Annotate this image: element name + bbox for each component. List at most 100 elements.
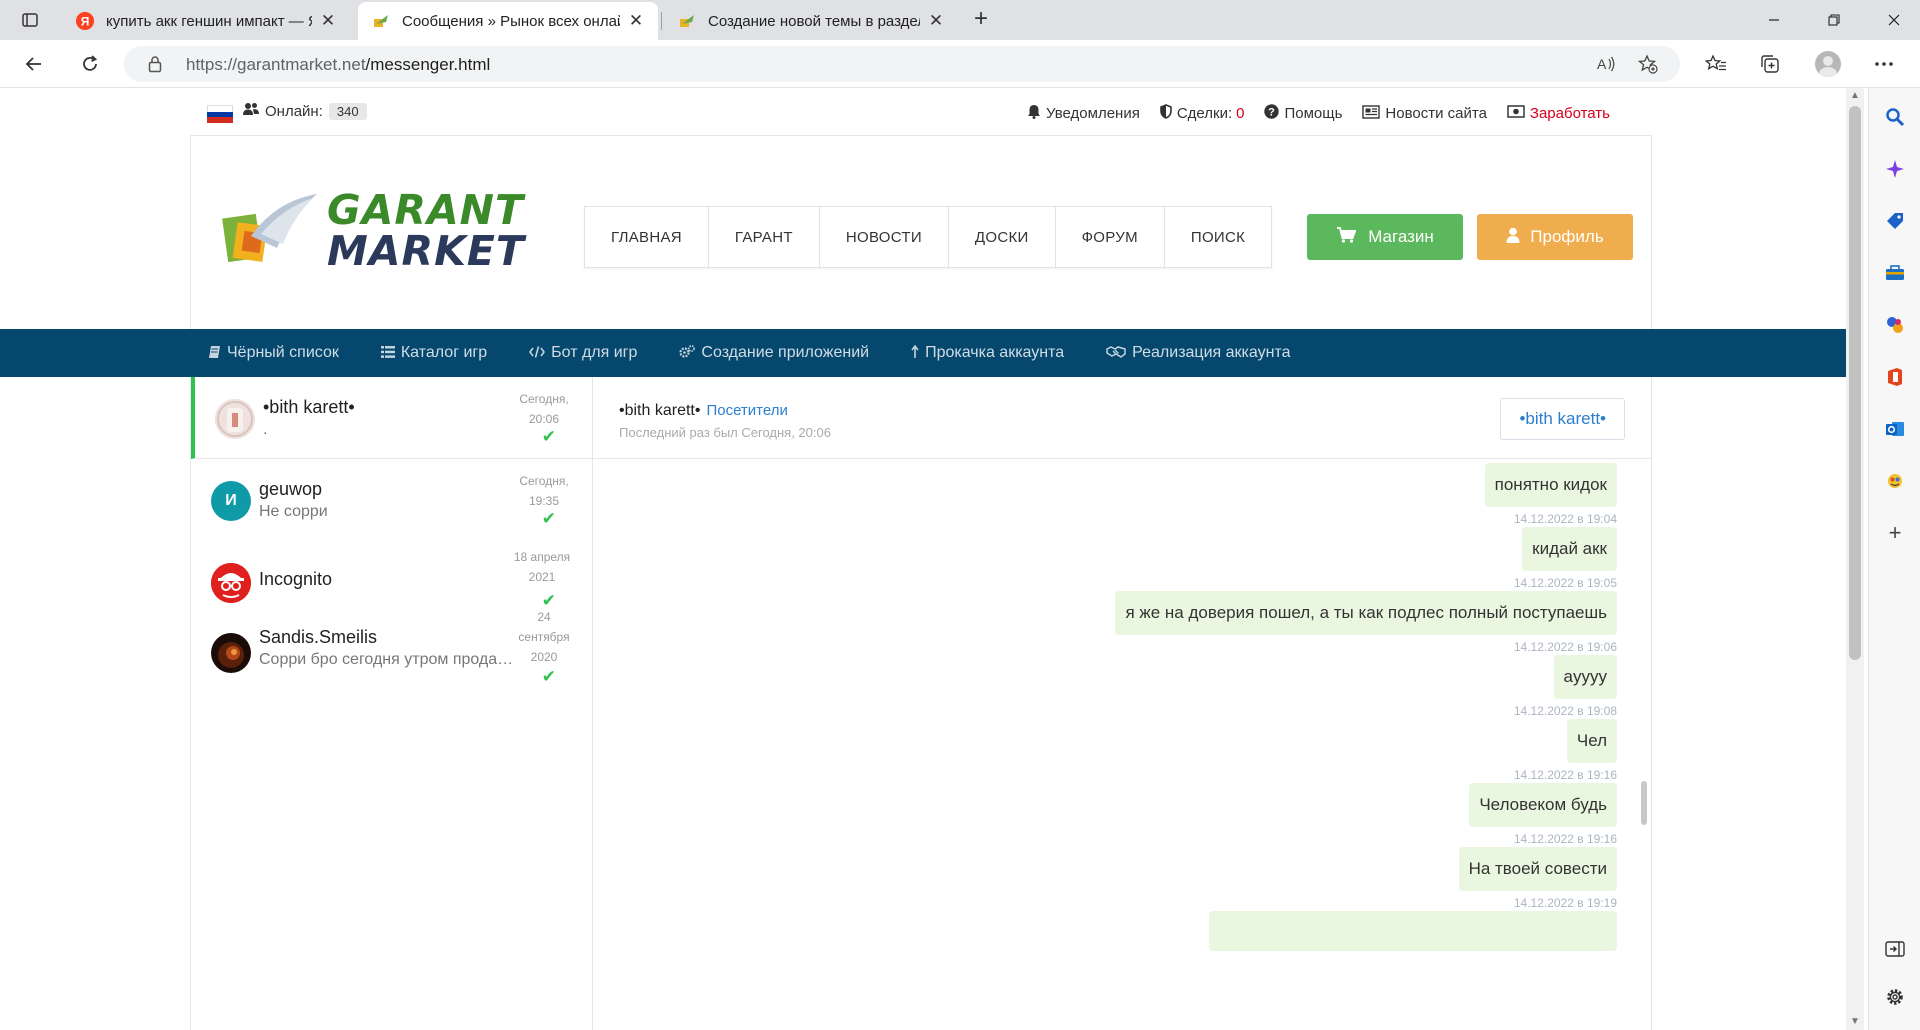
tab-separator: [661, 12, 662, 30]
subnav-account-leveling[interactable]: Прокачка аккаунта: [911, 344, 1064, 362]
browser-tab-messages[interactable]: Сообщения » Рынок всех онлай ✕: [358, 2, 658, 40]
notifications-label: Уведомления: [1046, 104, 1140, 122]
subnav-blacklist[interactable]: Чёрный список: [208, 344, 339, 362]
message: [1209, 911, 1617, 956]
chat-partner-name[interactable]: •bith karett•: [619, 402, 700, 419]
svg-text:A: A: [1597, 56, 1607, 72]
site-logo[interactable]: GARANT MARKET: [221, 186, 524, 276]
book-icon: [208, 345, 221, 362]
garant-favicon: [372, 12, 390, 30]
page-scrollbar[interactable]: ▲ ▼: [1846, 88, 1864, 1030]
nav-forum[interactable]: ФОРУМ: [1056, 207, 1165, 267]
dialog-item[interactable]: •bith karett• . Сегодня, 20:06 ✔: [191, 377, 592, 459]
bell-icon: [1027, 104, 1041, 122]
chat-header: •bith karett• Посетители Последний раз бы…: [593, 377, 1651, 459]
online-count-badge: 340: [328, 102, 367, 120]
question-circle-icon: ?: [1264, 104, 1280, 122]
message-time: 14.12.2022 в 19:06: [1513, 640, 1617, 654]
help-link[interactable]: ? Помощь: [1264, 104, 1342, 122]
outlook-icon[interactable]: [1882, 416, 1908, 442]
subnav-app-creation[interactable]: Создание приложений: [679, 344, 869, 362]
extension-icon[interactable]: [1882, 468, 1908, 494]
copilot-icon[interactable]: [1882, 156, 1908, 182]
dialog-item[interactable]: И geuwop Не сорри Сегодня, 19:35 ✔: [191, 459, 592, 541]
search-icon[interactable]: [1882, 104, 1908, 130]
edge-sidebar: +: [1868, 88, 1920, 1030]
dialog-item[interactable]: Sandis.Smeilis Сорри бро сегодня утром п…: [191, 610, 592, 709]
nav-search[interactable]: ПОИСК: [1165, 207, 1271, 267]
dialog-preview: Сорри бро сегодня утром продал…: [259, 651, 521, 668]
dialog-name: Sandis.Smeilis: [259, 627, 378, 647]
nav-garant[interactable]: ГАРАНТ: [709, 207, 820, 267]
incognito-avatar-icon: [211, 563, 251, 603]
close-tab-icon[interactable]: ✕: [928, 11, 944, 31]
minimize-button[interactable]: [1744, 0, 1804, 40]
scrollbar-thumb[interactable]: [1849, 106, 1861, 660]
games-icon[interactable]: [1882, 312, 1908, 338]
nav-news[interactable]: НОВОСТИ: [820, 207, 949, 267]
user-icon: [1506, 227, 1520, 248]
close-tab-icon[interactable]: ✕: [628, 11, 644, 31]
shopping-tag-icon[interactable]: [1882, 208, 1908, 234]
subnav-games-catalog[interactable]: Каталог игр: [380, 344, 487, 362]
close-window-button[interactable]: [1864, 0, 1920, 40]
add-favorite-icon[interactable]: [1636, 53, 1660, 75]
chat-partner-role[interactable]: Посетители: [706, 402, 787, 419]
subnav-account-sale[interactable]: Реализация аккаунта: [1106, 344, 1291, 362]
subnav-label: Создание приложений: [701, 344, 870, 361]
collections-icon[interactable]: [1754, 49, 1786, 79]
read-check-icon: ✔: [541, 509, 556, 528]
close-tab-icon[interactable]: ✕: [320, 11, 336, 31]
subnav-label: Бот для игр: [551, 344, 638, 361]
address-bar[interactable]: https://garantmarket.net/messenger.html …: [124, 46, 1680, 82]
profile-label: Профиль: [1530, 227, 1604, 246]
read-aloud-icon[interactable]: A: [1594, 53, 1618, 75]
message: На твоей совести 14.12.2022 в 19:19: [1458, 847, 1617, 910]
partner-profile-button[interactable]: •bith karett•: [1500, 398, 1625, 440]
message-bubble-partial: [1209, 911, 1617, 951]
list-icon: [380, 345, 395, 361]
back-button[interactable]: [18, 49, 50, 79]
earn-link[interactable]: Заработать: [1507, 104, 1610, 122]
top-links: Уведомления Сделки: 0 ? Помощь Новости с…: [1007, 104, 1610, 122]
shop-button[interactable]: Магазин: [1307, 214, 1463, 260]
newspaper-icon: [1362, 104, 1381, 122]
hide-sidebar-icon[interactable]: [1882, 936, 1908, 962]
office-icon[interactable]: [1882, 364, 1908, 390]
nav-boards[interactable]: ДОСКИ: [949, 207, 1056, 267]
settings-menu-icon[interactable]: [1868, 49, 1900, 79]
avatar: [211, 633, 251, 673]
subnav-game-bot[interactable]: Бот для игр: [529, 344, 637, 362]
logo-line-1: GARANT: [327, 186, 524, 234]
new-tab-button[interactable]: +: [966, 6, 996, 34]
restore-button[interactable]: [1804, 0, 1864, 40]
profile-avatar[interactable]: [1812, 49, 1844, 79]
notifications-link[interactable]: Уведомления: [1027, 104, 1140, 122]
message-time: 14.12.2022 в 19:19: [1513, 896, 1617, 910]
gear-icon[interactable]: [1882, 984, 1908, 1010]
scroll-up-icon[interactable]: ▲: [1850, 90, 1860, 101]
toolbox-icon[interactable]: [1882, 260, 1908, 286]
sub-nav: Чёрный список Каталог игр Бот для игр Со…: [0, 329, 1846, 377]
tab-actions-icon[interactable]: [10, 6, 50, 34]
profile-button[interactable]: Профиль: [1477, 214, 1633, 260]
tab-title: Сообщения » Рынок всех онлай: [402, 12, 620, 30]
scroll-down-icon[interactable]: ▼: [1850, 1016, 1860, 1027]
russian-flag-icon[interactable]: [207, 105, 233, 124]
deals-link[interactable]: Сделки: 0: [1160, 104, 1244, 122]
news-link[interactable]: Новости сайта: [1362, 104, 1487, 122]
message-time: 14.12.2022 в 19:05: [1513, 576, 1617, 590]
message-list[interactable]: понятно кидок 14.12.2022 в 19:04 кидай а…: [593, 459, 1651, 1030]
add-icon[interactable]: +: [1882, 520, 1908, 546]
refresh-button[interactable]: [74, 49, 106, 79]
chat-panel: •bith karett• Посетители Последний раз бы…: [593, 377, 1651, 1030]
message-bubble: я же на доверия пошел, а ты как подлес п…: [1115, 591, 1617, 635]
browser-tab-new-topic[interactable]: Создание новой темы в раздел ✕: [664, 2, 958, 40]
online-info: Онлайн: 340: [207, 99, 367, 124]
browser-tab-yandex[interactable]: Я купить акк геншин импакт — Ян ✕: [62, 2, 350, 40]
favorites-icon[interactable]: [1700, 49, 1732, 79]
chat-scrollbar[interactable]: [1641, 781, 1647, 825]
nav-home[interactable]: ГЛАВНАЯ: [585, 207, 709, 267]
lock-icon[interactable]: [148, 55, 162, 78]
dialog-list: •bith karett• . Сегодня, 20:06 ✔ И geuwo…: [191, 377, 593, 1030]
